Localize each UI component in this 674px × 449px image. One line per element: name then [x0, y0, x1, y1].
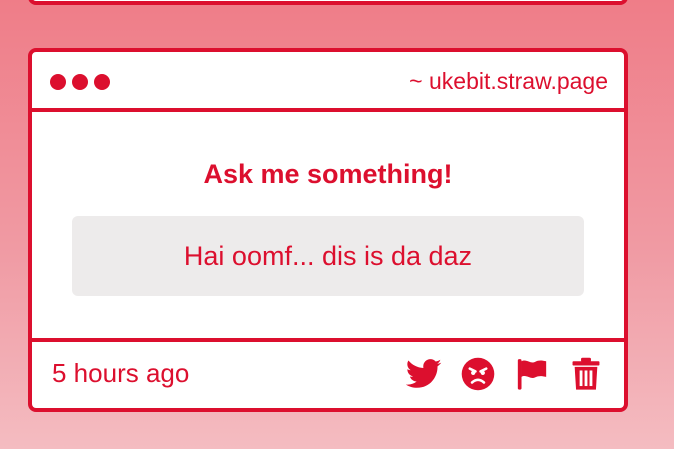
window-dot-icon — [72, 74, 88, 90]
card-titlebar: ~ ukebit.straw.page — [32, 52, 624, 112]
trash-icon[interactable] — [568, 356, 604, 392]
card-footer: 5 hours ago — [32, 338, 624, 408]
card-actions — [406, 356, 604, 392]
twitter-icon[interactable] — [406, 356, 442, 392]
message-box: Hai oomf... dis is da daz — [72, 216, 584, 296]
window-dot-icon — [94, 74, 110, 90]
flag-icon[interactable] — [514, 356, 550, 392]
previous-card-edge — [28, 0, 628, 5]
message-text: Hai oomf... dis is da daz — [183, 240, 473, 271]
question-card: ~ ukebit.straw.page Ask me something! Ha… — [28, 48, 628, 412]
timestamp: 5 hours ago — [52, 358, 190, 388]
window-dots — [50, 74, 110, 90]
question-title: Ask me something! — [203, 159, 453, 189]
card-content: Ask me something! Hai oomf... dis is da … — [32, 112, 624, 338]
angry-face-icon[interactable] — [460, 356, 496, 392]
site-domain: ~ ukebit.straw.page — [409, 68, 608, 94]
window-dot-icon — [50, 74, 66, 90]
